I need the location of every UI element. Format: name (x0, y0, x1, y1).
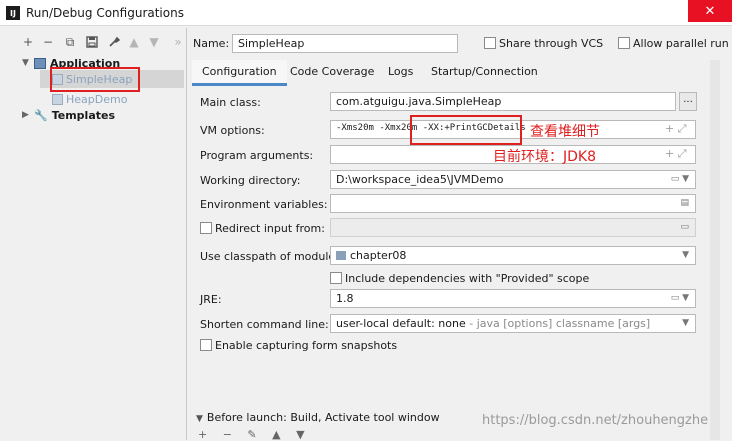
redirect-input-label: Redirect input from: (215, 222, 325, 235)
tree-templates-label: Templates (51, 108, 116, 122)
tab-startup-connection[interactable]: Startup/Connection (421, 60, 548, 86)
before-launch-toolbar[interactable]: + − ✎ ▲ ▼ (198, 428, 311, 441)
classpath-value: chapter08 (350, 249, 407, 262)
jre-value: 1.8 (336, 292, 354, 305)
include-deps-label: Include dependencies with "Provided" sco… (345, 272, 590, 285)
edit-env-icon[interactable]: ▤ (680, 198, 689, 208)
shorten-hint: - java [options] classname [args] (465, 317, 651, 330)
expand-arrow-icon[interactable]: ▶ (22, 110, 34, 120)
shorten-value: user-local default: none (336, 317, 466, 330)
expand-icon[interactable]: + ⤢ (665, 147, 687, 161)
wrench-icon: 🔧 (34, 108, 48, 122)
checkbox-icon[interactable] (330, 272, 342, 284)
name-label: Name: (193, 37, 230, 50)
copy-icon[interactable]: ⧉ (62, 34, 78, 50)
vm-annotation: 查看堆细节 (530, 124, 600, 140)
allow-parallel-label: Allow parallel run (633, 37, 729, 50)
name-field[interactable]: SimpleHeap (232, 34, 458, 53)
folder-dropdown-icon[interactable]: ▭ ▼ (671, 174, 689, 184)
main-class-field[interactable]: com.atguigu.java.SimpleHeap (330, 92, 676, 111)
folder-dropdown-icon[interactable]: ▭ ▼ (671, 293, 689, 303)
shorten-label: Shorten command line: (200, 318, 329, 331)
tab-logs[interactable]: Logs (378, 60, 423, 86)
config-icon (52, 93, 63, 105)
close-button[interactable]: ✕ (688, 0, 732, 22)
more-icon[interactable]: » (170, 34, 186, 50)
folder-icon[interactable]: ▭ (680, 222, 689, 232)
redirect-input-field[interactable]: ▭ (330, 218, 696, 237)
jre-label: JRE: (200, 293, 222, 306)
checkbox-icon[interactable] (200, 222, 212, 234)
share-vcs-checkbox[interactable]: Share through VCS (484, 37, 603, 50)
window-title: Run/Debug Configurations (26, 6, 184, 20)
working-dir-field[interactable]: D:\workspace_idea5\JVMDemo ▭ ▼ (330, 170, 696, 189)
checkbox-icon[interactable] (484, 37, 496, 49)
intellij-app-icon: IJ (6, 6, 20, 20)
checkbox-icon[interactable] (618, 37, 630, 49)
vm-options-label: VM options: (200, 124, 265, 137)
panel-divider (186, 28, 187, 440)
remove-icon[interactable]: − (40, 34, 56, 50)
allow-parallel-checkbox[interactable]: Allow parallel run (618, 37, 729, 50)
before-launch-section[interactable]: ▼ Before launch: Build, Activate tool win… (196, 411, 440, 424)
env-annotation: 目前环境：JDK8 (493, 149, 596, 165)
tab-code-coverage[interactable]: Code Coverage (280, 60, 384, 86)
save-icon[interactable] (84, 34, 100, 50)
working-dir-label: Working directory: (200, 174, 301, 187)
env-vars-field[interactable]: ▤ (330, 194, 696, 213)
collapse-arrow-icon[interactable]: ▼ (196, 414, 203, 424)
shorten-select[interactable]: user-local default: none - java [options… (330, 314, 696, 333)
application-icon (34, 57, 46, 69)
chevron-down-icon[interactable]: ▼ (682, 318, 689, 328)
include-deps-checkbox[interactable]: Include dependencies with "Provided" sco… (330, 272, 589, 285)
add-icon[interactable]: + (20, 34, 36, 50)
tree-node-templates[interactable]: ▶ 🔧 Templates (22, 106, 115, 124)
classpath-label: Use classpath of module: (200, 250, 339, 263)
chevron-down-icon[interactable]: ▼ (682, 250, 689, 260)
move-down-icon[interactable]: ▼ (146, 34, 162, 50)
move-up-icon[interactable]: ▲ (126, 34, 142, 50)
share-vcs-label: Share through VCS (499, 37, 604, 50)
before-launch-label: Before launch: Build, Activate tool wind… (206, 411, 440, 424)
browse-button[interactable]: ... (679, 92, 697, 111)
jre-field[interactable]: 1.8 ▭ ▼ (330, 289, 696, 308)
module-icon (336, 251, 346, 260)
working-dir-value: D:\workspace_idea5\JVMDemo (336, 173, 504, 186)
classpath-select[interactable]: chapter08 ▼ (330, 246, 696, 265)
expand-icon[interactable]: + ⤢ (665, 122, 687, 136)
tree-item-label: HeapDemo (66, 92, 128, 106)
watermark: https://blog.csdn.net/zhouhengzhe (482, 413, 709, 428)
main-class-label: Main class: (200, 96, 261, 109)
highlight-box (50, 67, 140, 92)
capture-snapshots-checkbox[interactable]: Enable capturing form snapshots (200, 339, 397, 352)
program-args-label: Program arguments: (200, 149, 314, 162)
scrollbar[interactable] (710, 60, 720, 440)
checkbox-icon[interactable] (200, 339, 212, 351)
capture-snapshots-label: Enable capturing form snapshots (215, 339, 398, 352)
wrench-icon[interactable] (106, 34, 122, 50)
env-vars-label: Environment variables: (200, 198, 328, 211)
tab-configuration[interactable]: Configuration (192, 60, 287, 86)
title-bar: IJ Run/Debug Configurations ✕ (0, 0, 732, 26)
redirect-input-checkbox[interactable]: Redirect input from: (200, 222, 325, 235)
expand-arrow-icon[interactable]: ▼ (22, 58, 34, 68)
highlight-box (410, 115, 522, 145)
